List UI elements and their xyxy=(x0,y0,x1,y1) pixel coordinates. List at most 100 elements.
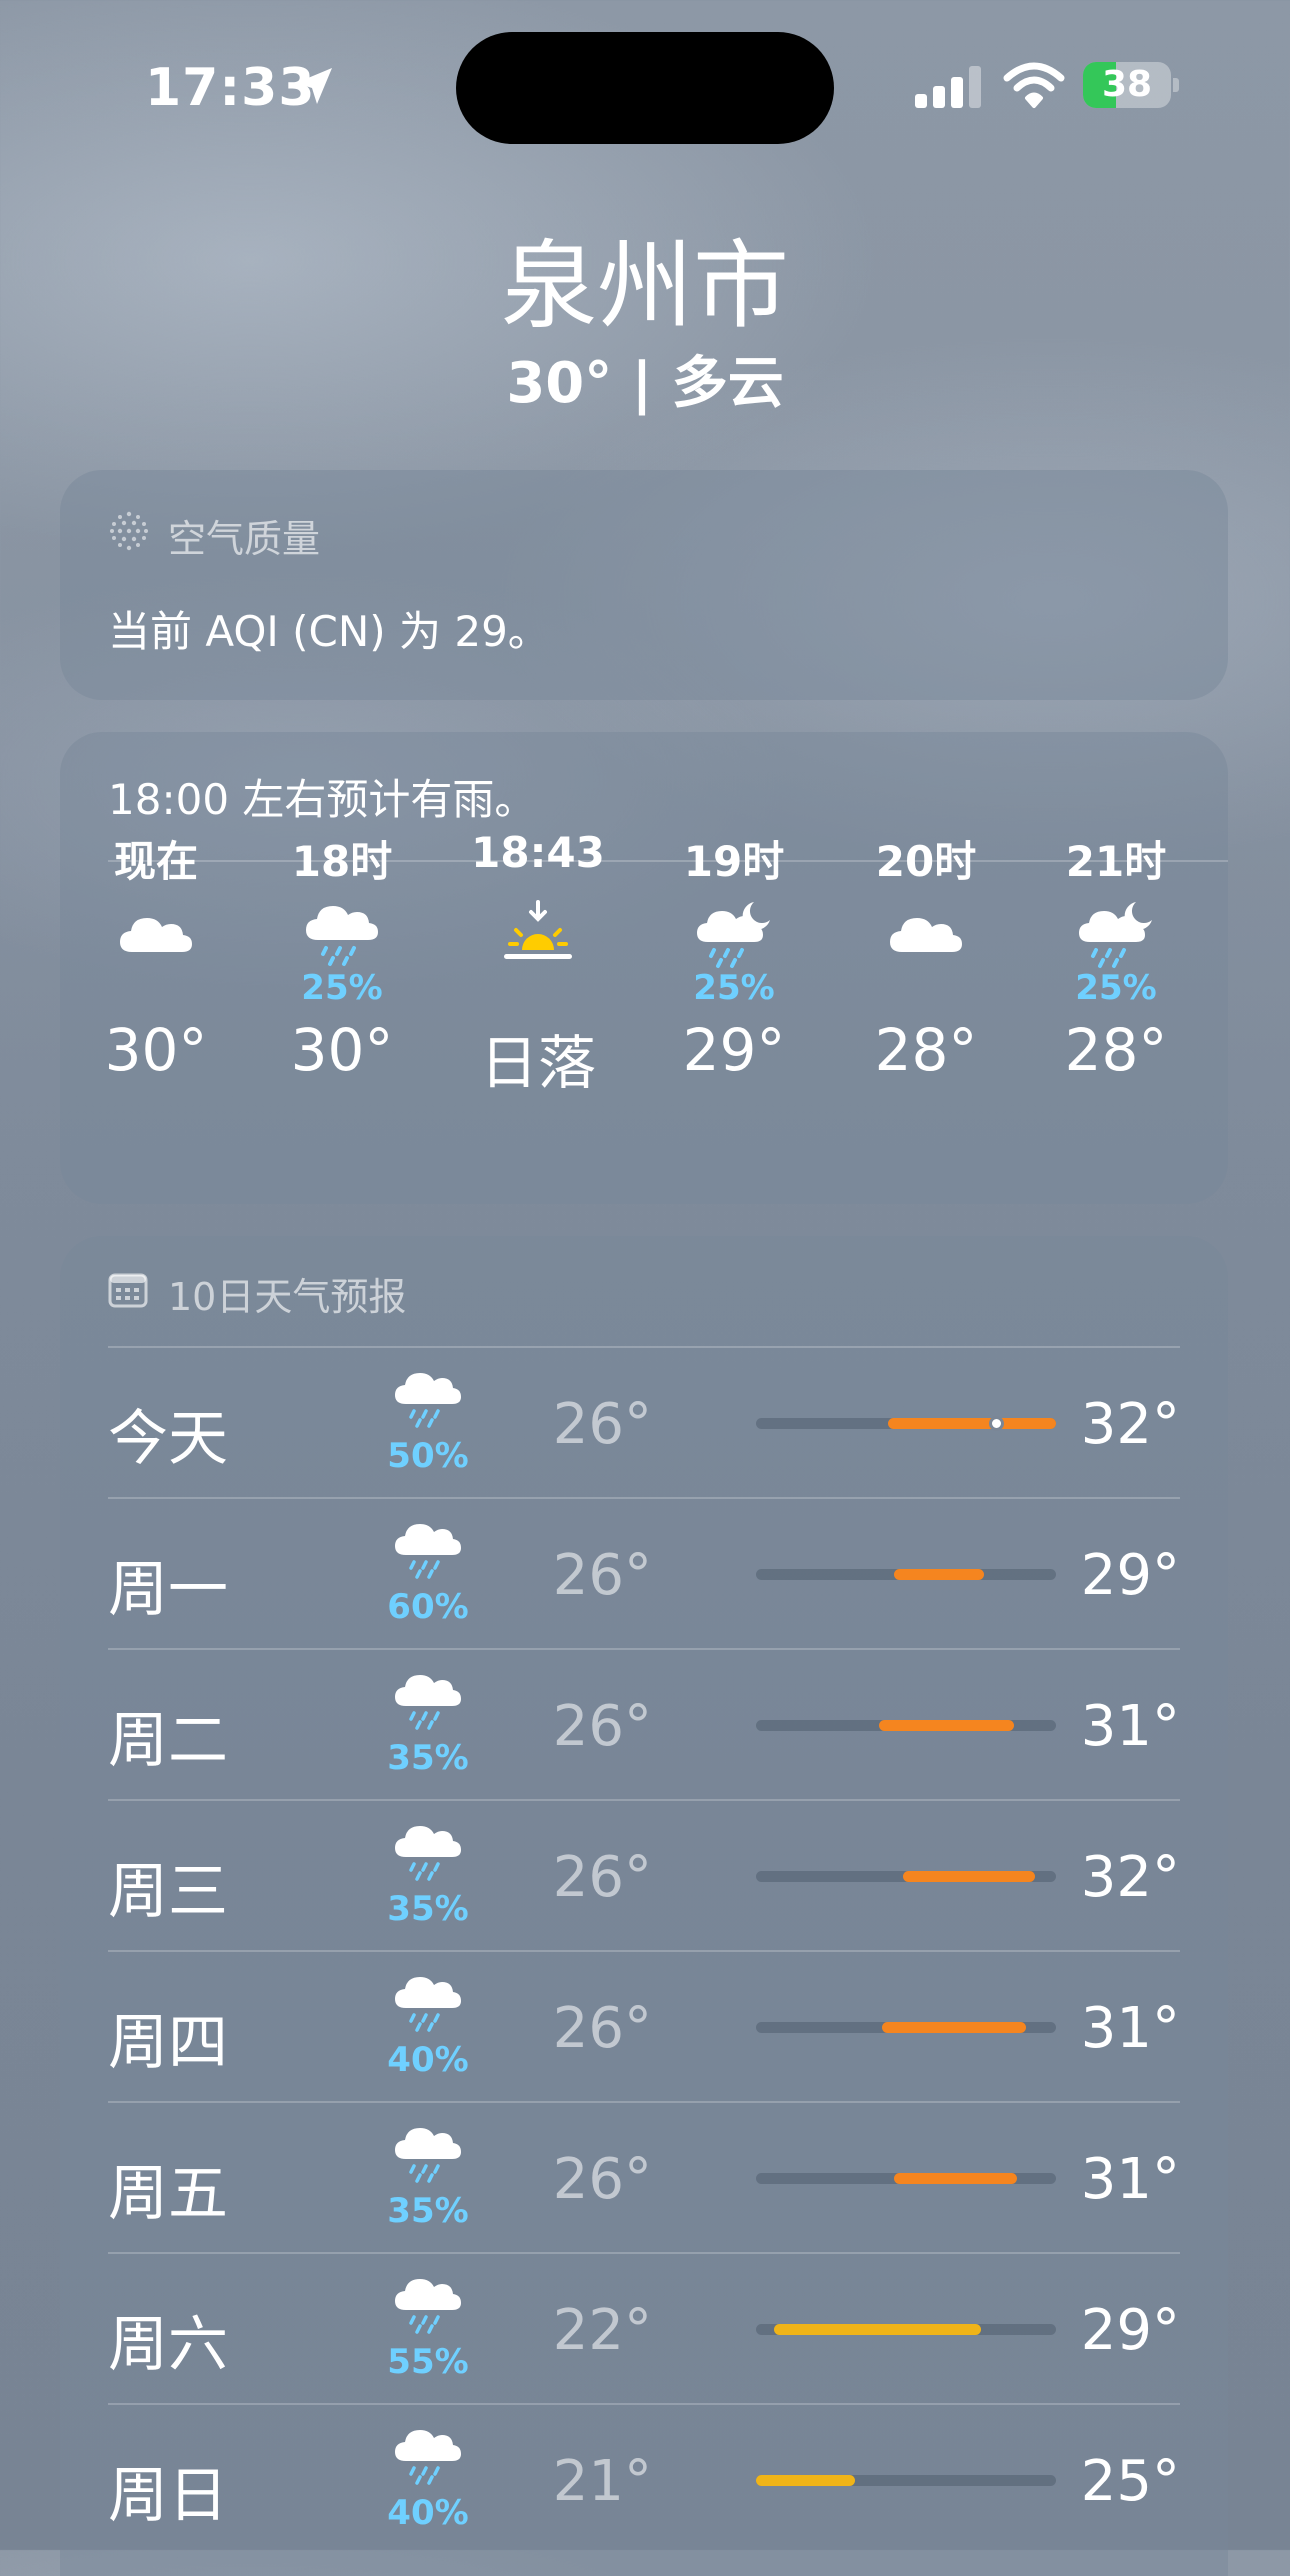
temp-range-bar xyxy=(774,2324,981,2335)
row-divider xyxy=(108,1346,1180,1348)
sunset-icon xyxy=(504,900,572,959)
temp-range-bar xyxy=(894,2173,1017,2184)
cloud-icon xyxy=(890,918,962,952)
temp-range-bar xyxy=(756,2475,855,2486)
day-label: 周一 xyxy=(108,1555,228,1625)
cloud-moon-rain-icon xyxy=(697,902,770,968)
day-label: 周四 xyxy=(108,2008,228,2078)
day-high-temp: 29° xyxy=(1080,1543,1180,1608)
hour-item-18: 18时 25% 30° xyxy=(252,828,432,1188)
day-row[interactable]: 周五 35% 26° 31° xyxy=(108,2101,1180,2253)
hour-item-sunset: 18:43 日落 xyxy=(448,828,628,1188)
day-high-temp: 32° xyxy=(1080,1845,1180,1910)
ten-day-forecast-card[interactable]: 10日天气预报 今天 50% 26° 32° 周一 60% 26° 29° 周二… xyxy=(60,1236,1228,2576)
day-high-temp: 25° xyxy=(1080,2449,1180,2514)
hour-temp: 30° xyxy=(290,1016,394,1084)
temp-range-bar xyxy=(903,1871,1035,1882)
hour-label: 18时 xyxy=(291,837,393,886)
battery-percent: 38 xyxy=(1101,64,1153,105)
hour-temp: 28° xyxy=(1064,1016,1168,1084)
day-row[interactable]: 今天 50% 26° 32° xyxy=(108,1346,1180,1498)
day-low-temp: 26° xyxy=(552,1694,652,1759)
ten-day-title: 10日天气预报 xyxy=(168,1275,407,1319)
row-divider xyxy=(108,2403,1180,2405)
day-label: 周五 xyxy=(108,2159,228,2229)
temp-range-bar xyxy=(888,1418,1056,1429)
row-divider xyxy=(108,1648,1180,1650)
air-quality-card[interactable]: 空气质量 当前 AQI (CN) 为 29。 xyxy=(60,470,1228,700)
hour-temp: 日落 xyxy=(479,1029,596,1097)
hour-label: 19时 xyxy=(683,837,785,886)
temp-range-track xyxy=(756,2475,1056,2486)
temp-range-track xyxy=(756,2324,1056,2335)
temp-range-track xyxy=(756,1871,1056,1882)
day-label: 周六 xyxy=(108,2310,228,2380)
day-row[interactable]: 周一 60% 26° 29° xyxy=(108,1497,1180,1649)
cloud-rain-icon xyxy=(306,906,378,966)
hour-temp: 30° xyxy=(104,1016,208,1084)
day-label: 周二 xyxy=(108,1706,228,1776)
wifi-icon xyxy=(1003,62,1065,108)
cellular-signal-icon xyxy=(915,66,981,108)
row-divider xyxy=(108,2252,1180,2254)
day-high-temp: 31° xyxy=(1080,1996,1180,2061)
cloud-icon xyxy=(120,918,192,952)
hour-item-20: 20时 28° xyxy=(836,828,1016,1188)
air-quality-text: 当前 AQI (CN) 为 29。 xyxy=(108,607,550,656)
current-temp-marker xyxy=(989,1416,1004,1431)
rain-forecast-note: 18:00 左右预计有雨。 xyxy=(108,775,537,824)
temp-range-track xyxy=(756,1569,1056,1580)
hour-label: 现在 xyxy=(113,837,198,886)
city-name: 泉州市 xyxy=(501,230,789,342)
day-row[interactable]: 周四 40% 26° 31° xyxy=(108,1950,1180,2102)
temp-range-bar xyxy=(894,1569,984,1580)
hour-temp: 28° xyxy=(874,1016,978,1084)
day-low-temp: 22° xyxy=(552,2298,652,2363)
current-summary: 30° | 多云 xyxy=(506,351,784,416)
calendar-icon xyxy=(108,1273,148,1308)
location-arrow-icon xyxy=(296,68,332,104)
day-low-temp: 26° xyxy=(552,1845,652,1910)
day-label: 周三 xyxy=(108,1857,228,1927)
day-row[interactable]: 周六 55% 22° 29° xyxy=(108,2252,1180,2404)
day-label: 今天 xyxy=(108,1404,228,1474)
day-low-temp: 26° xyxy=(552,1543,652,1608)
day-row[interactable]: 周二 35% 26° 31° xyxy=(108,1648,1180,1800)
status-bar: 17:33 38 xyxy=(0,0,1290,170)
temp-range-track xyxy=(756,1416,1056,1431)
cloud-moon-rain-icon xyxy=(1079,902,1152,968)
battery-cap xyxy=(1173,78,1179,92)
day-high-temp: 29° xyxy=(1080,2298,1180,2363)
dynamic-island xyxy=(456,32,834,144)
hour-precip: 25% xyxy=(1075,968,1157,1008)
hour-label: 18:43 xyxy=(471,828,605,877)
day-high-temp: 31° xyxy=(1080,1694,1180,1759)
day-low-temp: 26° xyxy=(552,1392,652,1457)
hour-temp: 29° xyxy=(682,1016,786,1084)
temp-range-bar xyxy=(879,1720,1014,1731)
air-quality-icon xyxy=(110,511,148,551)
day-high-temp: 31° xyxy=(1080,2147,1180,2212)
row-divider xyxy=(108,1799,1180,1801)
hour-label: 21时 xyxy=(1065,837,1167,886)
day-row[interactable]: 周日 40% 21° 25° xyxy=(108,2403,1180,2555)
hour-label: 20时 xyxy=(875,837,977,886)
hour-precip: 25% xyxy=(693,968,775,1008)
row-divider xyxy=(108,2101,1180,2103)
day-high-temp: 32° xyxy=(1080,1392,1180,1457)
air-quality-title: 空气质量 xyxy=(168,517,321,561)
hour-precip: 25% xyxy=(301,968,383,1008)
day-row[interactable]: 周三 35% 26° 32° xyxy=(108,1799,1180,1951)
hour-item-19: 19时 25% 29° xyxy=(644,828,824,1188)
day-low-temp: 26° xyxy=(552,2147,652,2212)
temp-range-bar xyxy=(882,2022,1026,2033)
day-label: 周日 xyxy=(108,2461,228,2531)
battery-charging-icon: 38 xyxy=(1083,62,1179,108)
day-low-temp: 21° xyxy=(552,2449,652,2514)
row-divider xyxy=(108,1497,1180,1499)
temp-range-track xyxy=(756,2173,1056,2184)
hourly-forecast-card[interactable]: 18:00 左右预计有雨。 现在 30° 18时 25% 30° 18:43 日… xyxy=(60,732,1228,1204)
temp-range-track xyxy=(756,2022,1056,2033)
hour-item-21: 21时 25% 28° xyxy=(1026,828,1206,1188)
battery-body: 38 xyxy=(1083,62,1171,108)
